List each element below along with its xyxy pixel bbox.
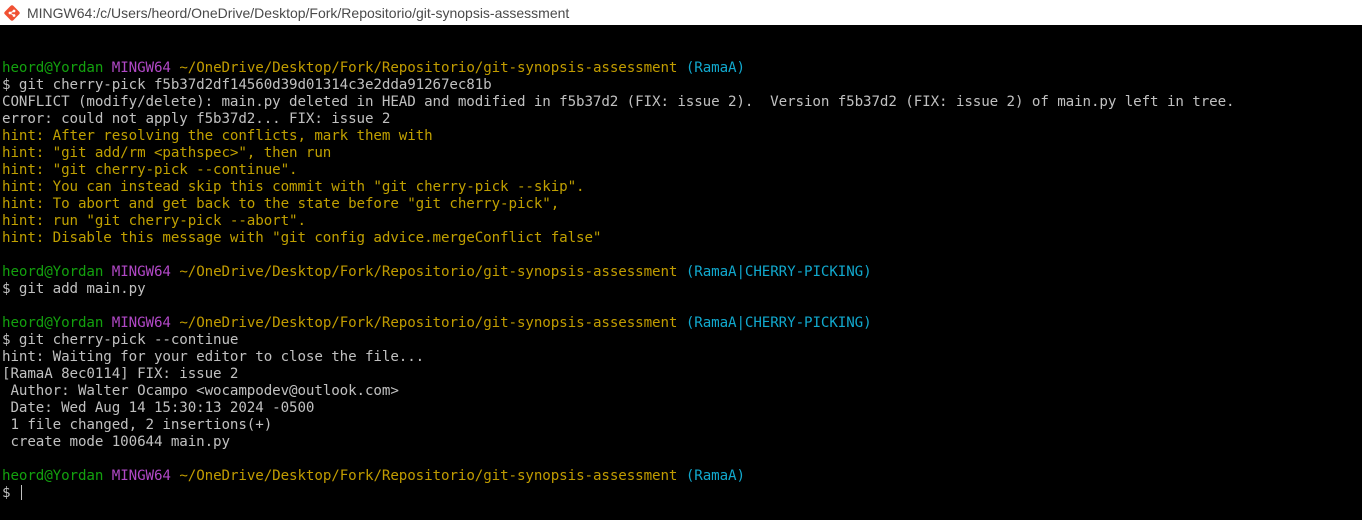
hint-text: hint: "git add/rm <pathspec>", then run bbox=[2, 145, 332, 161]
command-line: $ git cherry-pick f5b37d2df14560d39d0131… bbox=[2, 77, 1362, 94]
prompt-branch: (RamaA) bbox=[685, 60, 745, 76]
prompt-user-host: heord@Yordan bbox=[2, 60, 104, 76]
prompt-path: ~/OneDrive/Desktop/Fork/Repositorio/git-… bbox=[179, 468, 678, 484]
prompt-branch: (RamaA|CHERRY-PICKING) bbox=[685, 264, 872, 280]
hint-text: hint: "git cherry-pick --continue". bbox=[2, 162, 298, 178]
output-line: 1 file changed, 2 insertions(+) bbox=[2, 417, 1362, 434]
prompt-line: heord@Yordan MINGW64 ~/OneDrive/Desktop/… bbox=[2, 60, 1362, 77]
command-line: $ git cherry-pick --continue bbox=[2, 332, 1362, 349]
prompt-path: ~/OneDrive/Desktop/Fork/Repositorio/git-… bbox=[179, 60, 678, 76]
output-line: Author: Walter Ocampo <wocampodev@outloo… bbox=[2, 383, 1362, 400]
output-text: create mode 100644 main.py bbox=[2, 434, 230, 450]
terminal-output[interactable]: heord@Yordan MINGW64 ~/OneDrive/Desktop/… bbox=[0, 25, 1362, 520]
window-titlebar[interactable]: MINGW64:/c/Users/heord/OneDrive/Desktop/… bbox=[0, 0, 1362, 25]
window-title: MINGW64:/c/Users/heord/OneDrive/Desktop/… bbox=[27, 4, 570, 21]
output-text: CONFLICT (modify/delete): main.py delete… bbox=[2, 94, 1235, 110]
output-line: [RamaA 8ec0114] FIX: issue 2 bbox=[2, 366, 1362, 383]
hint-text: hint: run "git cherry-pick --abort". bbox=[2, 213, 306, 229]
prompt-env: MINGW64 bbox=[111, 60, 171, 76]
prompt-user-host: heord@Yordan bbox=[2, 468, 104, 484]
hint-line: hint: After resolving the conflicts, mar… bbox=[2, 128, 1362, 145]
prompt-line: heord@Yordan MINGW64 ~/OneDrive/Desktop/… bbox=[2, 468, 1362, 485]
output-text: 1 file changed, 2 insertions(+) bbox=[2, 417, 273, 433]
input-line[interactable]: $ bbox=[2, 485, 1362, 502]
prompt-path: ~/OneDrive/Desktop/Fork/Repositorio/git-… bbox=[179, 315, 678, 331]
hint-line: hint: To abort and get back to the state… bbox=[2, 196, 1362, 213]
prompt-user-host: heord@Yordan bbox=[2, 264, 104, 280]
hint-text: hint: You can instead skip this commit w… bbox=[2, 179, 585, 195]
output-line: Date: Wed Aug 14 15:30:13 2024 -0500 bbox=[2, 400, 1362, 417]
command-text: $ git add main.py bbox=[2, 281, 146, 297]
prompt-env: MINGW64 bbox=[111, 468, 171, 484]
output-text: Date: Wed Aug 14 15:30:13 2024 -0500 bbox=[2, 400, 315, 416]
output-line: error: could not apply f5b37d2... FIX: i… bbox=[2, 111, 1362, 128]
prompt-line: heord@Yordan MINGW64 ~/OneDrive/Desktop/… bbox=[2, 315, 1362, 332]
prompt-env: MINGW64 bbox=[111, 264, 171, 280]
hint-line: hint: Disable this message with "git con… bbox=[2, 230, 1362, 247]
output-text: [RamaA 8ec0114] FIX: issue 2 bbox=[2, 366, 239, 382]
prompt-line: heord@Yordan MINGW64 ~/OneDrive/Desktop/… bbox=[2, 264, 1362, 281]
prompt-branch: (RamaA) bbox=[685, 468, 745, 484]
hint-text: hint: Disable this message with "git con… bbox=[2, 230, 602, 246]
output-text: hint: Waiting for your editor to close t… bbox=[2, 349, 425, 365]
output-line: create mode 100644 main.py bbox=[2, 434, 1362, 451]
hint-line: hint: run "git cherry-pick --abort". bbox=[2, 213, 1362, 230]
prompt-path: ~/OneDrive/Desktop/Fork/Repositorio/git-… bbox=[179, 264, 678, 280]
prompt-branch: (RamaA|CHERRY-PICKING) bbox=[685, 315, 872, 331]
hint-text: hint: To abort and get back to the state… bbox=[2, 196, 560, 212]
hint-line: hint: "git cherry-pick --continue". bbox=[2, 162, 1362, 179]
prompt-env: MINGW64 bbox=[111, 315, 171, 331]
command-text: $ git cherry-pick f5b37d2df14560d39d0131… bbox=[2, 77, 492, 93]
hint-line: hint: "git add/rm <pathspec>", then run bbox=[2, 145, 1362, 162]
command-line: $ git add main.py bbox=[2, 281, 1362, 298]
output-line: CONFLICT (modify/delete): main.py delete… bbox=[2, 94, 1362, 111]
git-icon bbox=[3, 4, 21, 22]
output-text: error: could not apply f5b37d2... FIX: i… bbox=[2, 111, 391, 127]
output-text: Author: Walter Ocampo <wocampodev@outloo… bbox=[2, 383, 399, 399]
hint-line: hint: You can instead skip this commit w… bbox=[2, 179, 1362, 196]
prompt-user-host: heord@Yordan bbox=[2, 315, 104, 331]
command-text: $ git cherry-pick --continue bbox=[2, 332, 239, 348]
input-prompt: $ bbox=[2, 485, 19, 501]
hint-text: hint: After resolving the conflicts, mar… bbox=[2, 128, 433, 144]
output-line: hint: Waiting for your editor to close t… bbox=[2, 349, 1362, 366]
text-cursor bbox=[20, 485, 22, 500]
